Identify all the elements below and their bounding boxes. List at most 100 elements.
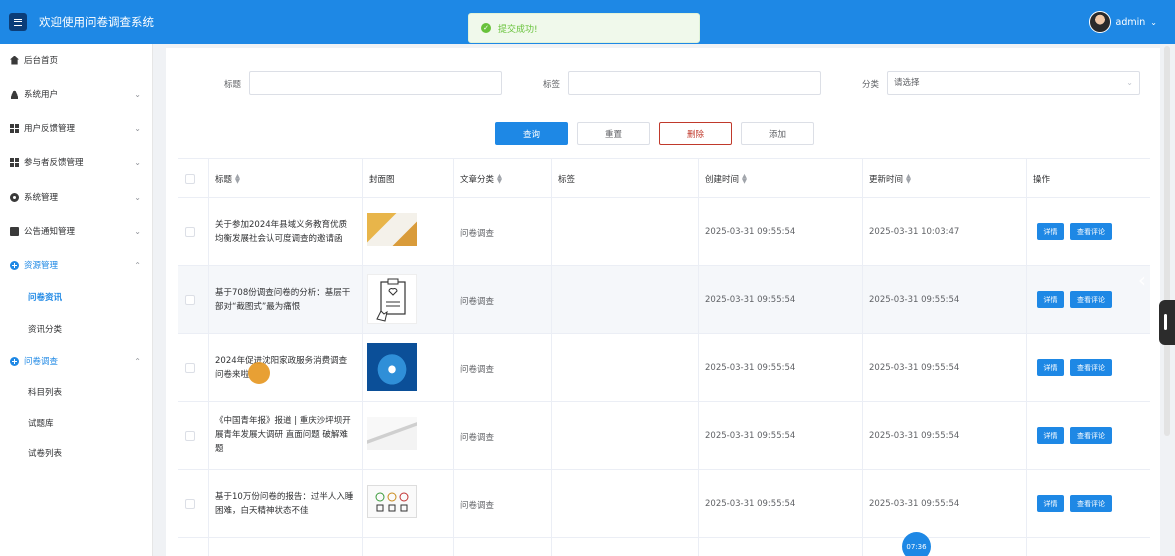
cover-thumbnail <box>367 213 417 246</box>
sidebar-item-subjects[interactable]: 科目列表 <box>0 382 153 402</box>
grid-icon <box>10 157 19 167</box>
title-filter-label: 标题 <box>224 80 242 90</box>
row-category: 问卷调查 <box>460 229 495 239</box>
sidebar-item-label: 系统用户 <box>24 90 59 100</box>
row-title[interactable]: 基于708份调查问卷的分析：基层干部对“截图式”最为痛恨 <box>215 286 355 314</box>
sidebar-item-papers[interactable]: 试卷列表 <box>0 443 153 463</box>
detail-button[interactable]: 详情 <box>1037 495 1064 512</box>
cover-thumbnail <box>367 343 417 391</box>
tag-input[interactable] <box>568 71 821 95</box>
cursor-indicator <box>248 362 270 384</box>
column-divider <box>362 158 363 556</box>
clock-badge: 07:36 <box>902 532 931 556</box>
detail-button[interactable]: 详情 <box>1037 359 1064 376</box>
view-comments-button[interactable]: 查看评论 <box>1070 223 1112 240</box>
table-row: 基于10万份问卷的报告：过半人入睡困难，白天精神状态不佳 问卷调查 2025-0… <box>178 470 1150 538</box>
row-category: 问卷调查 <box>460 433 495 443</box>
sidebar-item-surveys[interactable]: 问卷调查 ⌃ <box>0 351 153 371</box>
row-updated: 2025-03-31 09:55:54 <box>869 295 960 305</box>
sidebar-item-question-bank[interactable]: 试题库 <box>0 413 153 433</box>
row-title[interactable]: 基于10万份问卷的报告：过半人入睡困难，白天精神状态不佳 <box>215 490 355 518</box>
row-title[interactable]: 2024年促进沈阳家政服务消费调查问卷来啦 <box>215 354 355 382</box>
chevron-up-icon: ⌃ <box>134 260 141 270</box>
column-divider <box>551 158 552 556</box>
avatar[interactable] <box>1088 11 1111 33</box>
row-category: 问卷调查 <box>460 297 495 307</box>
row-checkbox[interactable] <box>185 431 195 441</box>
sidebar-item-user-feedback[interactable]: 用户反馈管理 ⌄ <box>0 118 153 138</box>
row-category: 问卷调查 <box>460 365 495 375</box>
header-category[interactable]: 文章分类 ▲ ▼ <box>460 159 502 199</box>
sidebar-item-announcements[interactable]: 公告通知管理 ⌄ <box>0 221 153 241</box>
table-row: 2024年促进沈阳家政服务消费调查问卷来啦 问卷调查 2025-03-31 09… <box>178 334 1150 402</box>
checklist-icon <box>375 492 409 512</box>
sidebar-item-news-category[interactable]: 资讯分类 <box>0 319 153 339</box>
cover-thumbnail <box>367 485 417 518</box>
view-comments-button[interactable]: 查看评论 <box>1070 427 1112 444</box>
sidebar-item-system-users[interactable]: 系统用户 ⌄ <box>0 84 153 104</box>
header-actions: 操作 <box>1033 175 1051 185</box>
detail-button[interactable]: 详情 <box>1037 223 1064 240</box>
tag-filter-label: 标签 <box>543 80 561 90</box>
detail-button[interactable]: 详情 <box>1037 291 1064 308</box>
row-created: 2025-03-31 09:55:54 <box>705 363 796 373</box>
row-checkbox[interactable] <box>185 227 195 237</box>
sidebar-item-survey-news[interactable]: 问卷资讯 <box>0 287 153 307</box>
add-button[interactable]: 添加 <box>741 122 814 145</box>
sort-icon[interactable]: ▲ ▼ <box>906 173 911 185</box>
sidebar-item-participant-feedback[interactable]: 参与者反馈管理 ⌄ <box>0 152 153 172</box>
header-updated[interactable]: 更新时间 ▲ ▼ <box>869 159 911 199</box>
row-created: 2025-03-31 09:55:54 <box>705 227 796 237</box>
category-filter-label: 分类 <box>862 80 880 90</box>
header-created[interactable]: 创建时间 ▲ ▼ <box>705 159 747 199</box>
search-button[interactable]: 查询 <box>495 122 568 145</box>
sort-icon[interactable]: ▲ ▼ <box>235 173 240 185</box>
header-tag: 标签 <box>558 175 576 185</box>
row-checkbox[interactable] <box>185 499 195 509</box>
column-divider <box>208 158 209 556</box>
user-menu[interactable]: admin ⌄ <box>1088 11 1157 33</box>
table-row: 基于708份调查问卷的分析：基层干部对“截图式”最为痛恨 问卷调查 2025-0… <box>178 266 1150 334</box>
cover-thumbnail <box>367 274 417 324</box>
row-created: 2025-03-31 09:55:54 <box>705 499 796 509</box>
column-divider <box>453 158 454 556</box>
row-title[interactable]: 关于参加2024年县域义务教育优质均衡发展社会认可度调查的邀请函 <box>215 218 355 246</box>
category-select[interactable]: 请选择 ⌄ <box>887 71 1140 95</box>
view-comments-button[interactable]: 查看评论 <box>1070 495 1112 512</box>
sidebar: 后台首页 系统用户 ⌄ 用户反馈管理 ⌄ 参与者反馈管理 ⌄ 系统管理 ⌄ 公告… <box>0 44 153 556</box>
select-all-checkbox[interactable] <box>185 174 195 184</box>
user-name[interactable]: admin <box>1116 17 1146 28</box>
view-comments-button[interactable]: 查看评论 <box>1070 291 1112 308</box>
sort-icon[interactable]: ▲ ▼ <box>742 173 747 185</box>
sort-icon[interactable]: ▲ ▼ <box>497 173 502 185</box>
row-checkbox[interactable] <box>185 363 195 373</box>
user-icon <box>10 89 19 99</box>
row-created: 2025-03-31 09:55:54 <box>705 295 796 305</box>
chevron-up-icon: ⌃ <box>134 356 141 366</box>
header-title[interactable]: 标题 ▲ ▼ <box>215 159 240 199</box>
table-row: 关于参加2024年县域义务教育优质均衡发展社会认可度调查的邀请函 问卷调查 20… <box>178 198 1150 266</box>
menu-icon[interactable] <box>9 13 27 31</box>
title-input[interactable] <box>249 71 502 95</box>
plus-circle-icon <box>10 260 19 270</box>
detail-button[interactable]: 详情 <box>1037 427 1064 444</box>
scrollbar[interactable] <box>1164 46 1170 436</box>
grid-icon <box>10 123 19 133</box>
chevron-down-icon: ⌄ <box>134 226 141 236</box>
row-checkbox[interactable] <box>185 295 195 305</box>
reset-button[interactable]: 重置 <box>577 122 650 145</box>
chevron-right-icon[interactable]: ‹ <box>1138 268 1152 292</box>
column-divider <box>1026 158 1027 556</box>
row-created: 2025-03-31 09:55:54 <box>705 431 796 441</box>
floating-drawer-handle[interactable] <box>1159 300 1175 345</box>
chevron-down-icon[interactable]: ⌄ <box>1150 18 1157 27</box>
sidebar-item-system-management[interactable]: 系统管理 ⌄ <box>0 187 153 207</box>
table-header: 标题 ▲ ▼ 封面图 文章分类 ▲ ▼ 标签 创建时间 ▲ ▼ 更新时间 ▲ ▼ 操作 <box>178 158 1150 198</box>
doc-icon <box>10 226 19 236</box>
delete-button[interactable]: 删除 <box>659 122 732 145</box>
sidebar-item-home[interactable]: 后台首页 <box>0 50 153 70</box>
view-comments-button[interactable]: 查看评论 <box>1070 359 1112 376</box>
sidebar-item-resources[interactable]: 资源管理 ⌃ <box>0 255 153 275</box>
sidebar-item-label: 问卷调查 <box>24 357 59 367</box>
row-title[interactable]: 《中国青年报》报道 | 重庆沙坪坝开展青年发展大调研 直面问题 破解难题 <box>215 414 355 456</box>
